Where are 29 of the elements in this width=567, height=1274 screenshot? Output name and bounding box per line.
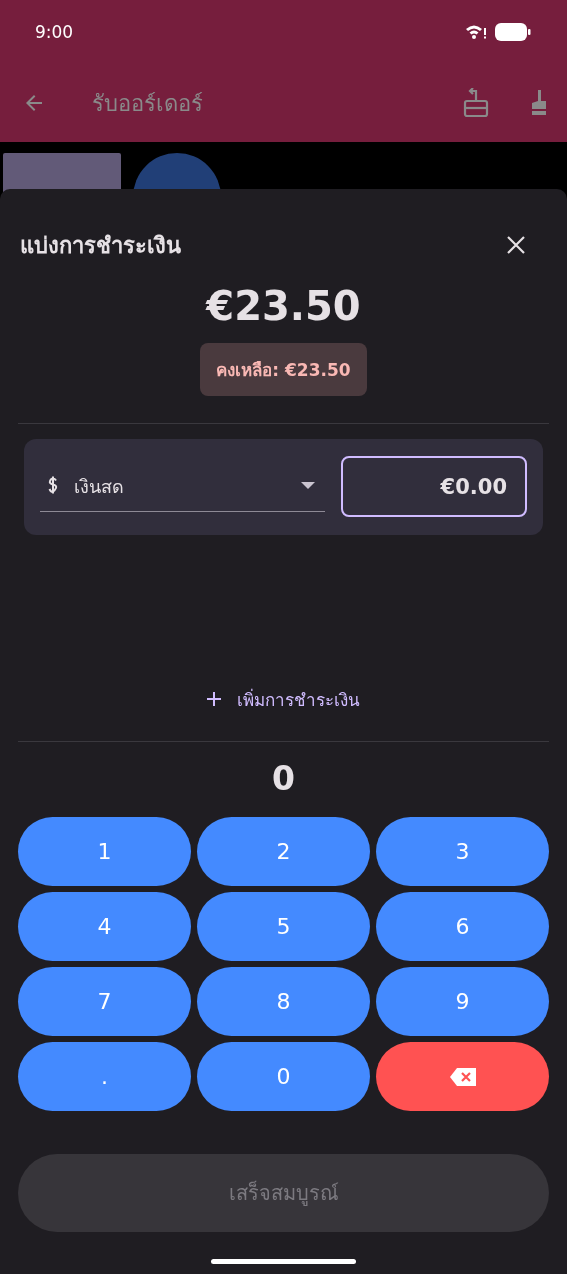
dollar-icon xyxy=(46,475,60,497)
plus-icon xyxy=(207,692,221,706)
keypad-key[interactable]: 2 xyxy=(197,817,370,886)
keypad-display: 0 xyxy=(271,758,296,800)
add-payment-button[interactable]: เพิ่มการชำระเงิน xyxy=(199,679,368,719)
keypad-key[interactable]: 7 xyxy=(18,967,191,1036)
total-amount: €23.50 xyxy=(204,282,362,331)
remaining-badge: คงเหลือ: €23.50 xyxy=(200,343,367,396)
close-icon[interactable] xyxy=(505,234,527,256)
keypad-key[interactable]: 4 xyxy=(18,892,191,961)
drawer-icon[interactable] xyxy=(463,88,489,118)
keypad-key[interactable]: . xyxy=(18,1042,191,1111)
sheet-title: แบ่งการชำระเงิน xyxy=(20,231,181,260)
caret-icon xyxy=(301,482,315,490)
status-time: 9:00 xyxy=(35,22,74,42)
battery-icon xyxy=(495,23,531,41)
hand-icon[interactable] xyxy=(529,88,549,118)
backspace-icon xyxy=(449,1067,476,1086)
keypad-key[interactable]: 3 xyxy=(376,817,549,886)
keypad-key[interactable]: 0 xyxy=(197,1042,370,1111)
amount-field[interactable]: €0.00 xyxy=(341,456,527,517)
wifi-icon xyxy=(465,24,487,40)
keypad-key[interactable]: 9 xyxy=(376,967,549,1036)
keypad-key[interactable]: 8 xyxy=(197,967,370,1036)
keypad-key[interactable]: 1 xyxy=(18,817,191,886)
app-title: รับออร์เดอร์ xyxy=(92,89,203,118)
keypad-key[interactable]: 6 xyxy=(376,892,549,961)
keypad-key[interactable]: 5 xyxy=(197,892,370,961)
method-dropdown[interactable]: เงินสด xyxy=(40,461,325,512)
